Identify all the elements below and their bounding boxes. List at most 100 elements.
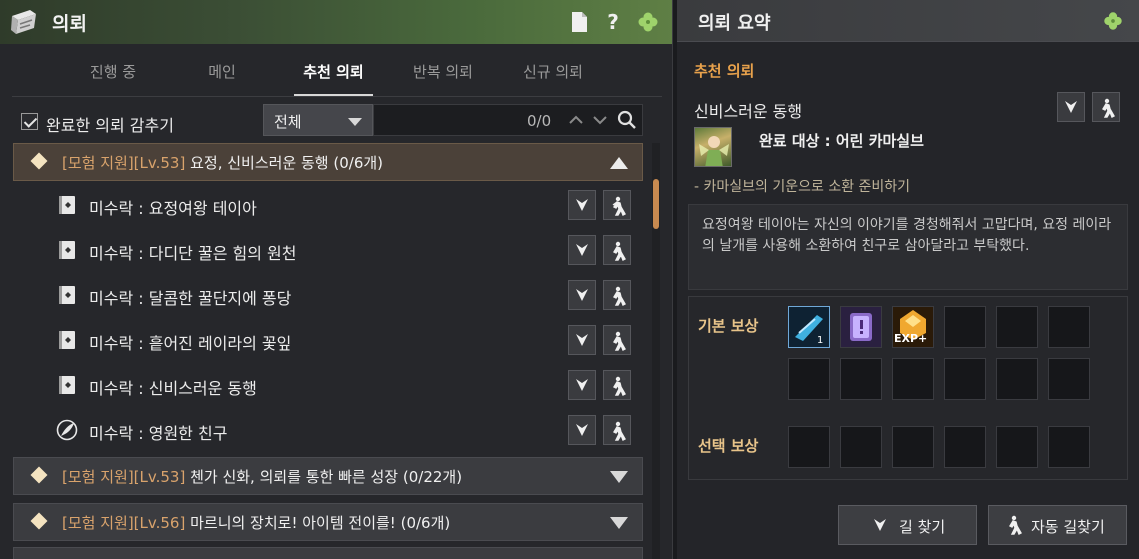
quest-group-category: [모험 지원][Lv.56] bbox=[62, 514, 186, 532]
quest-item-label: 미수락 : 다디단 꿀은 힘의 원천 bbox=[89, 244, 297, 263]
choice-reward-slot[interactable] bbox=[892, 426, 934, 468]
quest-section-label: 추천 의뢰 bbox=[694, 62, 755, 80]
diamond-icon bbox=[30, 152, 48, 170]
quest-window: 의뢰 ? 진행 중 메인 추천 의뢰 반복 의뢰 신규 의뢰 완료한 의뢰 감추… bbox=[0, 0, 1139, 559]
quest-list-item[interactable]: 미수락 : 달콤한 꿀단지에 퐁당 bbox=[13, 273, 643, 318]
search-icon[interactable] bbox=[617, 110, 637, 130]
reward-slot[interactable] bbox=[996, 358, 1038, 400]
navigate-button[interactable] bbox=[568, 280, 596, 310]
expand-arrow-icon[interactable] bbox=[610, 471, 628, 483]
tab-in-progress[interactable]: 진행 중 bbox=[74, 50, 152, 96]
auto-navigate-button[interactable] bbox=[603, 190, 631, 220]
auto-navigate-button[interactable] bbox=[603, 415, 631, 445]
reward-slot[interactable] bbox=[944, 358, 986, 400]
diamond-icon bbox=[30, 512, 48, 530]
quest-list-item[interactable]: 미수락 : 흩어진 레이라의 꽃잎 bbox=[13, 318, 643, 363]
choice-reward-slot[interactable] bbox=[1048, 426, 1090, 468]
reward-slot[interactable] bbox=[996, 306, 1038, 348]
purple-scroll-icon bbox=[841, 307, 881, 347]
reward-slot[interactable] bbox=[788, 358, 830, 400]
clover-icon[interactable] bbox=[636, 10, 660, 34]
auto-find-path-button[interactable]: 자동 길찾기 bbox=[988, 505, 1127, 545]
scroll-map-icon bbox=[11, 10, 36, 34]
quest-list-item[interactable]: 미수락 : 신비스러운 동행 bbox=[13, 363, 643, 408]
chevron-down-icon[interactable] bbox=[590, 110, 610, 130]
navigate-button[interactable] bbox=[568, 415, 596, 445]
quest-panel-title: 의뢰 bbox=[52, 13, 87, 35]
dropdown-value: 전체 bbox=[274, 113, 302, 131]
scrollbar-thumb[interactable] bbox=[653, 179, 659, 229]
choice-reward-slot[interactable] bbox=[996, 426, 1038, 468]
quest-type-dropdown[interactable]: 전체 bbox=[263, 104, 373, 136]
quest-book-icon bbox=[59, 331, 75, 349]
tab-recommended[interactable]: 추천 의뢰 bbox=[294, 50, 373, 96]
quest-list-scrollbar[interactable] bbox=[652, 143, 660, 559]
chevron-up-icon[interactable] bbox=[566, 110, 586, 130]
quest-item-label: 미수락 : 영원한 친구 bbox=[89, 424, 228, 443]
chevron-down-icon bbox=[348, 118, 362, 126]
reward-slot[interactable] bbox=[1048, 306, 1090, 348]
chevron-marker-icon bbox=[576, 289, 588, 301]
auto-navigate-button[interactable] bbox=[603, 235, 631, 265]
choice-reward-slot[interactable] bbox=[788, 426, 830, 468]
quest-list-item[interactable]: 미수락 : 다디단 꿀은 힘의 원천 bbox=[13, 228, 643, 273]
quest-group-header[interactable] bbox=[13, 547, 643, 559]
tab-divider bbox=[12, 96, 662, 97]
quest-name: 신비스러운 동행 bbox=[694, 102, 803, 121]
tab-repeat[interactable]: 반복 의뢰 bbox=[403, 50, 483, 96]
quest-list-item[interactable]: 미수락 : 요정여왕 테이아 bbox=[13, 183, 643, 228]
auto-navigate-button[interactable] bbox=[603, 325, 631, 355]
quest-group-name: 마르니의 장치로! 아이템 전이를! (0/6개) bbox=[190, 514, 451, 532]
hide-completed-label[interactable]: 완료한 의뢰 감추기 bbox=[46, 112, 174, 136]
blue-whistle-icon: 1 bbox=[789, 307, 829, 347]
auto-navigate-button[interactable] bbox=[1092, 92, 1120, 122]
help-icon[interactable]: ? bbox=[601, 10, 625, 34]
expand-arrow-icon[interactable] bbox=[610, 517, 628, 529]
tab-main[interactable]: 메인 bbox=[190, 50, 254, 96]
reward-slot[interactable]: EXP+ bbox=[892, 306, 934, 348]
navigate-button[interactable] bbox=[568, 190, 596, 220]
quest-item-label: 미수락 : 신비스러운 동행 bbox=[89, 379, 257, 398]
svg-text:1: 1 bbox=[817, 335, 823, 346]
quest-panel-header[interactable]: 의뢰 ? bbox=[0, 0, 672, 44]
reward-slot[interactable] bbox=[892, 358, 934, 400]
quest-group-header[interactable]: [모험 지원][Lv.53] 첸가 신화, 의뢰를 통한 빠른 성장 (0/22… bbox=[13, 457, 643, 495]
reward-slot[interactable]: 1 bbox=[788, 306, 830, 348]
find-path-button[interactable]: 길 찾기 bbox=[838, 505, 977, 545]
walking-person-icon bbox=[612, 196, 626, 216]
base-reward-label: 기본 보상 bbox=[698, 317, 759, 335]
collapse-arrow-icon[interactable] bbox=[610, 157, 628, 169]
navigate-button[interactable] bbox=[568, 370, 596, 400]
hide-completed-checkbox[interactable] bbox=[21, 113, 38, 130]
quest-search-input[interactable]: 0/0 bbox=[373, 104, 643, 136]
chevron-marker-icon bbox=[576, 334, 588, 346]
auto-navigate-button[interactable] bbox=[603, 280, 631, 310]
quest-list-item[interactable]: 미수락 : 영원한 친구 bbox=[13, 408, 643, 453]
auto-navigate-button[interactable] bbox=[603, 370, 631, 400]
quest-summary-panel: 의뢰 요약 추천 의뢰 신비스러운 동행 완료 대상 : 어린 카마실브 - 카… bbox=[677, 0, 1139, 559]
quest-summary-header[interactable]: 의뢰 요약 bbox=[677, 0, 1139, 42]
walking-person-icon bbox=[613, 286, 626, 306]
walking-person-icon bbox=[613, 241, 626, 261]
choice-reward-slot[interactable] bbox=[944, 426, 986, 468]
quest-book-icon bbox=[59, 286, 75, 304]
navigate-button[interactable] bbox=[568, 325, 596, 355]
quest-group-header[interactable]: [모험 지원][Lv.53] 요정, 신비스러운 동행 (0/6개) bbox=[13, 143, 643, 181]
quest-group-header[interactable]: [모험 지원][Lv.56] 마르니의 장치로! 아이템 전이를! (0/6개) bbox=[13, 503, 643, 541]
chevron-marker-icon bbox=[576, 244, 588, 256]
navigate-button[interactable] bbox=[1057, 92, 1085, 122]
quest-subtask: - 카마실브의 기운으로 소환 준비하기 bbox=[694, 179, 911, 195]
walking-person-icon bbox=[1102, 98, 1115, 118]
clover-icon[interactable] bbox=[1102, 10, 1124, 32]
document-icon[interactable] bbox=[567, 10, 591, 34]
reward-slot[interactable] bbox=[944, 306, 986, 348]
tab-new[interactable]: 신규 의뢰 bbox=[513, 50, 593, 96]
quest-list: [모험 지원][Lv.53] 요정, 신비스러운 동행 (0/6개) 미수락 :… bbox=[13, 143, 643, 559]
reward-slot[interactable] bbox=[1048, 358, 1090, 400]
navigate-button[interactable] bbox=[568, 235, 596, 265]
quest-summary-title: 의뢰 요약 bbox=[698, 13, 771, 34]
reward-slot[interactable] bbox=[840, 358, 882, 400]
npc-portrait bbox=[694, 127, 732, 167]
choice-reward-slot[interactable] bbox=[840, 426, 882, 468]
reward-slot[interactable] bbox=[840, 306, 882, 348]
